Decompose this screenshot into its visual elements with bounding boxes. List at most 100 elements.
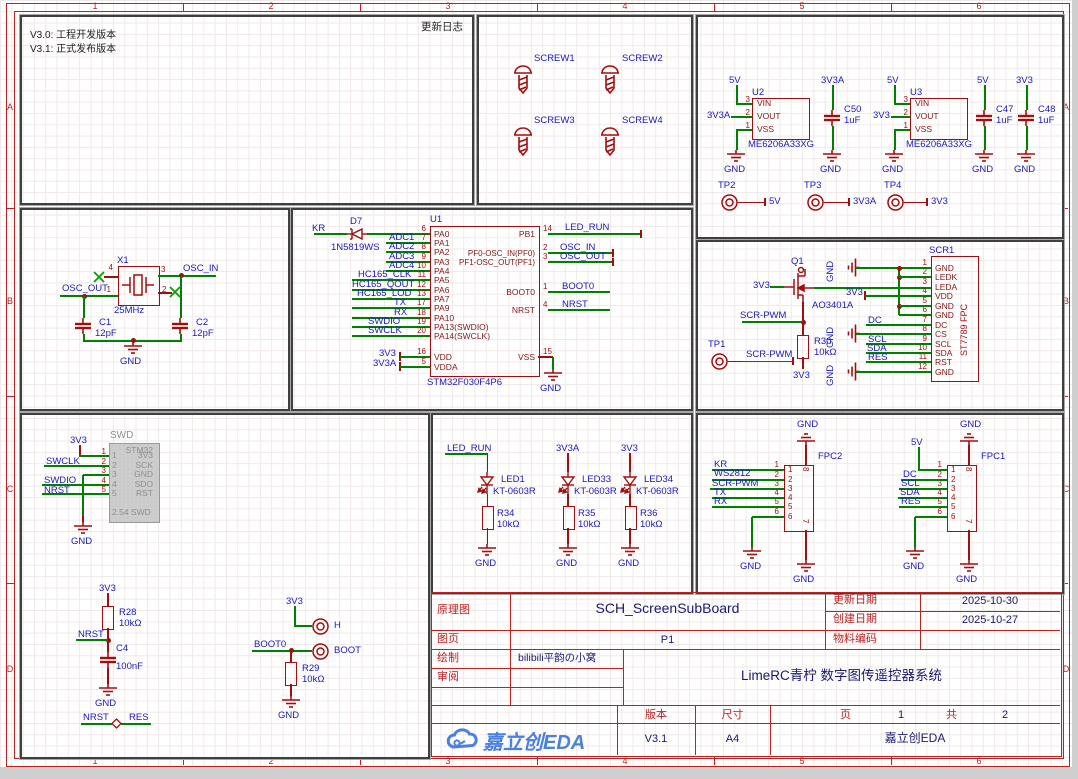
component-ref[interactable]: SCREW2 [622, 54, 663, 64]
component-value[interactable]: 100nF [116, 662, 143, 672]
gnd-icon[interactable] [98, 684, 118, 697]
gnd-icon[interactable] [543, 369, 563, 382]
component-ref[interactable]: LED34 [644, 475, 673, 485]
component-ref[interactable]: C2 [196, 318, 208, 328]
component-value[interactable]: KT-0603R [493, 487, 536, 497]
capacitor-icon[interactable] [100, 652, 116, 668]
net-label[interactable]: GND [972, 165, 993, 175]
resistor-icon[interactable] [563, 506, 575, 530]
net-label[interactable]: 5V [769, 197, 781, 207]
gnd-icon[interactable] [1016, 150, 1036, 163]
net-label[interactable]: GND [1014, 165, 1035, 175]
screw-icon[interactable] [600, 64, 620, 96]
component-value[interactable]: 10kΩ [640, 520, 662, 530]
component-ref[interactable]: C4 [116, 644, 128, 654]
power-net-label[interactable]: 5V [729, 76, 741, 86]
component-ref[interactable]: SCREW3 [534, 116, 575, 126]
net-label[interactable]: GND [960, 420, 981, 430]
net-label[interactable]: 3V3 [846, 288, 863, 298]
net-label[interactable]: 3V3 [873, 111, 890, 121]
component-ref[interactable]: R34 [497, 509, 514, 519]
component-ref[interactable]: SCR1 [929, 246, 954, 256]
component-ref[interactable]: TP3 [804, 181, 821, 191]
net-label[interactable]: GND [882, 165, 903, 175]
net-label[interactable]: GND [820, 165, 841, 175]
net-label[interactable]: GND [724, 165, 745, 175]
jumper-icon[interactable] [112, 719, 121, 728]
component-value[interactable]: ME6206A33XG [748, 140, 814, 150]
component-ref[interactable]: LED33 [582, 475, 611, 485]
net-label[interactable]: BOOT [334, 646, 361, 656]
power-net-label[interactable]: 5V [887, 76, 899, 86]
component-ref[interactable]: FPC1 [981, 452, 1005, 462]
net-label[interactable]: GND [475, 559, 496, 569]
changelog-line[interactable]: V3.1: 正式发布版本 [30, 44, 116, 55]
capacitor-icon[interactable] [824, 110, 840, 126]
component-value[interactable]: 1N5819WS [331, 243, 380, 253]
gnd-icon[interactable] [905, 547, 925, 560]
component-ref[interactable]: C1 [99, 318, 111, 328]
net-label[interactable]: NRST [562, 300, 588, 310]
component-ref[interactable]: LED1 [501, 475, 525, 485]
net-label[interactable]: GND [618, 559, 639, 569]
gnd-icon[interactable] [123, 342, 143, 355]
component-value[interactable]: 10kΩ [302, 675, 324, 685]
testpoint-icon[interactable] [721, 194, 738, 211]
component-ref[interactable]: C48 [1038, 105, 1055, 115]
component-value[interactable]: KT-0603R [574, 487, 617, 497]
gnd-icon[interactable] [726, 150, 746, 163]
net-label[interactable]: GND [740, 562, 761, 572]
net-label[interactable]: GND [797, 420, 818, 430]
gnd-icon[interactable] [974, 150, 994, 163]
net-label[interactable]: 3V3A [373, 359, 396, 369]
net-label[interactable]: SCR-PWM [740, 311, 786, 321]
gnd-icon[interactable] [959, 560, 979, 573]
gnd-icon[interactable] [620, 544, 640, 557]
net-label[interactable]: GND [903, 562, 924, 572]
net-label[interactable]: OSC_IN [183, 264, 218, 274]
net-label[interactable]: SCR-PWM [746, 350, 792, 360]
gnd-icon[interactable] [73, 522, 93, 535]
component-value[interactable]: 1uF [1038, 116, 1054, 126]
title-schematic-name[interactable]: SCH_ScreenSubBoard [510, 602, 825, 614]
component-value[interactable]: 12pF [192, 329, 214, 339]
net-label[interactable]: BOOT0 [562, 282, 594, 292]
component-ref[interactable]: R35 [578, 509, 595, 519]
testpoint-icon[interactable] [711, 353, 728, 370]
net-label[interactable]: 3V3A [707, 111, 730, 121]
gnd-icon[interactable] [796, 432, 816, 445]
capacitor-icon[interactable] [75, 318, 91, 334]
mosfet-icon[interactable] [784, 266, 814, 302]
component-value[interactable]: 10kΩ [119, 619, 141, 629]
net-label[interactable]: GND [826, 254, 836, 282]
gnd-icon[interactable] [558, 544, 578, 557]
net-label[interactable]: GND [826, 320, 836, 348]
testpoint-icon[interactable] [887, 194, 904, 211]
component-ref[interactable]: R29 [302, 664, 319, 674]
component-ref[interactable]: TP1 [708, 340, 725, 350]
component-ref[interactable]: X1 [117, 256, 129, 266]
net-label[interactable]: 3V3 [753, 281, 770, 291]
screw-icon[interactable] [513, 64, 533, 96]
diode-icon[interactable] [347, 227, 367, 241]
net-label[interactable]: BOOT0 [254, 640, 286, 650]
component-ref[interactable]: TP4 [884, 181, 901, 191]
component-ref[interactable]: U2 [752, 88, 764, 98]
component-ref[interactable]: D7 [350, 217, 362, 227]
resistor-icon[interactable] [102, 606, 114, 630]
component-value[interactable]: STM32F030F4P6 [427, 378, 502, 388]
component-value[interactable]: ME6206A33XG [906, 140, 972, 150]
net-label[interactable]: NRST [83, 713, 109, 723]
net-label[interactable]: GND [278, 711, 299, 721]
resistor-icon[interactable] [797, 335, 809, 359]
net-label[interactable]: GND [956, 575, 977, 585]
gnd-icon[interactable] [477, 544, 497, 557]
resistor-icon[interactable] [482, 506, 494, 530]
net-label[interactable]: GND [71, 537, 92, 547]
power-net-label[interactable]: 3V3 [1016, 76, 1033, 86]
gnd-icon[interactable] [281, 696, 301, 709]
net-label[interactable]: OSC_OUT [560, 252, 606, 262]
component-value[interactable]: 10kΩ [578, 520, 600, 530]
component-ref[interactable]: R28 [119, 608, 136, 618]
capacitor-icon[interactable] [172, 318, 188, 334]
